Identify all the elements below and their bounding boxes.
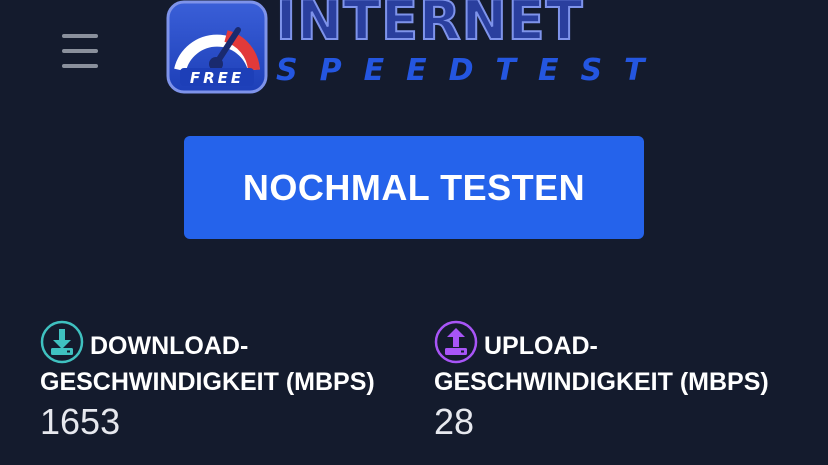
menu-bar (62, 49, 98, 53)
download-result: DOWNLOAD- GESCHWINDIGKEIT (MBPS) 1653 (40, 320, 440, 444)
speedometer-logo-icon: FREE (166, 0, 268, 94)
download-label: DOWNLOAD- GESCHWINDIGKEIT (MBPS) (40, 320, 440, 400)
speedtest-page: FREE INTERNET SPEEDTEST NOCHMAL TESTEN D… (0, 0, 828, 465)
logo-free-text: FREE (190, 69, 244, 87)
upload-label: UPLOAD- GESCHWINDIGKEIT (MBPS) (434, 320, 828, 400)
upload-icon (434, 320, 478, 364)
site-logo[interactable]: FREE INTERNET SPEEDTEST (166, 0, 645, 96)
upload-label-line2: GESCHWINDIGKEIT (MBPS) (434, 368, 769, 396)
download-label-line2: GESCHWINDIGKEIT (MBPS) (40, 368, 375, 396)
logo-word-speedtest: SPEEDTEST (276, 53, 667, 88)
download-label-line1: DOWNLOAD- (90, 332, 249, 360)
logo-word-internet: INTERNET (275, 0, 584, 52)
menu-bar (62, 64, 98, 68)
hamburger-menu-icon[interactable] (62, 34, 98, 68)
retest-button[interactable]: NOCHMAL TESTEN (184, 136, 644, 239)
upload-label-line1: UPLOAD- (484, 332, 598, 360)
upload-result: UPLOAD- GESCHWINDIGKEIT (MBPS) 28 (434, 320, 828, 444)
menu-bar (62, 34, 98, 38)
download-value: 1653 (40, 401, 121, 442)
upload-value: 28 (434, 401, 475, 442)
download-icon (40, 320, 84, 364)
